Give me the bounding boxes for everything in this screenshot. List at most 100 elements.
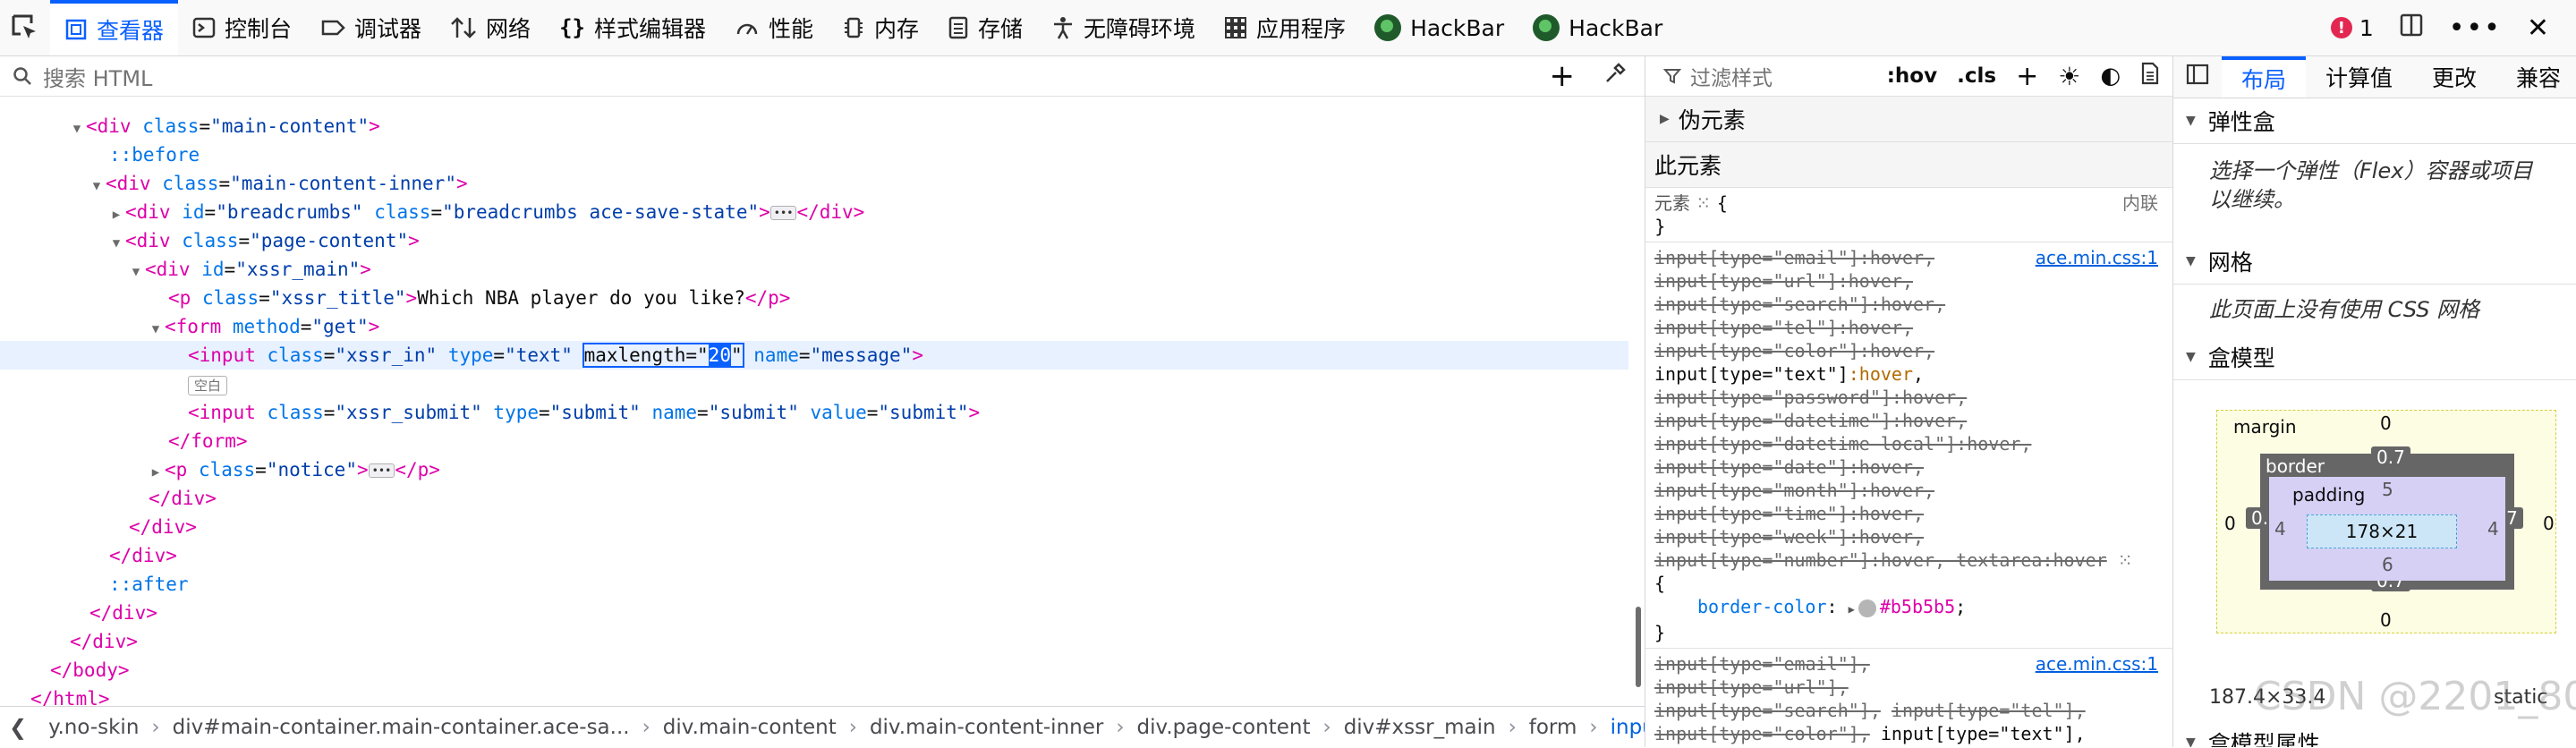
collapse-arrow-icon[interactable]: ▼	[107, 229, 125, 258]
attribute-edit-field[interactable]: maxlength="20"	[582, 343, 744, 368]
node-div-close[interactable]: </div>	[0, 541, 1628, 570]
breadcrumb-item[interactable]: div.main-content	[650, 716, 849, 739]
padding-right-value[interactable]: 4	[2487, 518, 2499, 540]
node-div-close[interactable]: </div>	[0, 513, 1628, 541]
collapsed-content-badge[interactable]: •••	[368, 463, 395, 478]
border-top-value[interactable]: 0.7	[2371, 446, 2410, 468]
add-rule-icon[interactable]: +	[2016, 61, 2038, 92]
flexbox-section-header[interactable]: ▼ 弹性盒	[2173, 98, 2576, 144]
filter-styles-input[interactable]: 过滤样式	[1690, 61, 1773, 91]
eyedropper-icon[interactable]	[1603, 62, 1627, 90]
node-main-content[interactable]: ▼ <div class="main-content">	[0, 112, 1628, 140]
pseudo-elements-header[interactable]: ▶ 伪元素	[1645, 97, 2172, 142]
padding-top-value[interactable]: 5	[2382, 479, 2393, 500]
tab-inspector[interactable]: 查看器	[50, 0, 179, 55]
breadcrumb-item[interactable]: div.main-content-inner	[857, 716, 1116, 739]
tab-changes[interactable]: 更改	[2412, 56, 2496, 98]
tab-performance[interactable]: 性能	[720, 0, 828, 55]
margin-top-value[interactable]: 0	[2380, 412, 2392, 434]
tab-layout[interactable]: 布局	[2222, 56, 2307, 98]
collapsed-content-badge[interactable]: •••	[769, 206, 797, 220]
margin-right-value[interactable]: 0	[2543, 513, 2555, 534]
breadcrumb-item[interactable]: div.page-content	[1125, 716, 1323, 739]
breadcrumb-item[interactable]: y.no-skin	[36, 716, 151, 739]
markup-scrollbar[interactable]	[1636, 607, 1641, 687]
tab-computed[interactable]: 计算值	[2306, 56, 2412, 98]
box-model-content[interactable]: 178×21	[2307, 514, 2457, 548]
search-html-input[interactable]: 搜索 HTML	[43, 61, 152, 92]
breadcrumb-scroll-left-icon[interactable]: ❮	[0, 715, 36, 740]
tab-application[interactable]: 应用程序	[1210, 0, 1360, 55]
tab-hackbar-2[interactable]: HackBar	[1518, 0, 1677, 55]
dark-theme-icon[interactable]: ◐	[2100, 63, 2121, 89]
node-main-content-inner[interactable]: ▼ <div class="main-content-inner">	[0, 169, 1628, 198]
node-div-close[interactable]: </div>	[0, 484, 1628, 513]
padding-left-value[interactable]: 4	[2274, 518, 2286, 540]
breadcrumb-item[interactable]: form	[1517, 716, 1590, 739]
breadcrumb-item[interactable]: div#main-container.main-container.ace-sa…	[160, 716, 642, 739]
node-body-close[interactable]: </body>	[0, 656, 1628, 684]
padding-bottom-value[interactable]: 6	[2382, 554, 2393, 575]
node-xssr-title[interactable]: <p class="xssr_title">Which NBA player d…	[0, 284, 1628, 312]
element-picker-button[interactable]	[0, 0, 50, 55]
print-media-icon[interactable]	[2140, 62, 2160, 90]
color-swatch[interactable]	[1858, 599, 1876, 617]
node-notice[interactable]: ▶ <p class="notice"> ••• </p>	[0, 455, 1628, 484]
error-count: 1	[2359, 14, 2374, 41]
hover-rule[interactable]: ace.min.css:1 input[type="email"]:hover,…	[1645, 242, 2172, 649]
tab-compatibility[interactable]: 兼容	[2496, 56, 2576, 98]
rule-source-link[interactable]: ace.min.css:1	[2036, 652, 2158, 676]
collapse-arrow-icon[interactable]: ▼	[68, 115, 86, 143]
node-after[interactable]: ::after	[0, 570, 1628, 599]
margin-left-value[interactable]: 0	[2224, 513, 2236, 534]
expand-arrow-icon[interactable]: ▶	[107, 200, 125, 229]
tab-network[interactable]: 网络	[436, 0, 545, 55]
node-breadcrumbs[interactable]: ▶ <div id="breadcrumbs" class="breadcrumb…	[0, 198, 1628, 226]
breadcrumb-item-current[interactable]: input.xssr_in	[1598, 716, 1645, 739]
add-node-icon[interactable]: +	[1550, 58, 1576, 94]
margin-bottom-value[interactable]: 0	[2380, 609, 2392, 631]
node-whitespace[interactable]: 空白	[0, 370, 1628, 398]
node-form-close[interactable]: </form>	[0, 427, 1628, 455]
tab-debugger[interactable]: 调试器	[306, 0, 436, 55]
more-options-icon[interactable]: •••	[2449, 13, 2502, 44]
selector: input[type="tel"]:hover,	[1654, 317, 1913, 338]
tab-storage[interactable]: 存储	[933, 0, 1037, 55]
declaration[interactable]: border-color: ▶ #b5b5b5;	[1654, 595, 2164, 621]
tab-hackbar-1[interactable]: HackBar	[1360, 0, 1518, 55]
grid-section-header[interactable]: ▼ 网格	[2173, 239, 2576, 285]
tab-accessibility[interactable]: 无障碍环境	[1037, 0, 1210, 55]
close-icon[interactable]: ✕	[2527, 13, 2549, 44]
box-model-padding[interactable]: padding 5 6 4 4 178×21	[2269, 477, 2505, 581]
error-count-button[interactable]: ! 1	[2330, 14, 2374, 41]
boxmodel-props-header[interactable]: ▼ 盒模型属性	[2173, 720, 2576, 747]
collapse-arrow-icon[interactable]: ▼	[88, 172, 106, 200]
toggle-classes-button[interactable]: .cls	[1957, 64, 1996, 88]
node-page-content[interactable]: ▼ <div class="page-content">	[0, 226, 1628, 255]
collapse-arrow-icon[interactable]: ▼	[127, 258, 145, 286]
input-rule[interactable]: ace.min.css:1 input[type="email"], input…	[1645, 649, 2172, 747]
breadcrumb-item[interactable]: div#xssr_main	[1331, 716, 1509, 739]
box-model-margin[interactable]: margin 0 0 0 0 border 0.7 0.7 0.7 0.7 pa…	[2216, 410, 2556, 633]
expand-arrow-icon[interactable]: ▶	[1849, 603, 1855, 616]
toggle-pseudo-classes-button[interactable]: :hov	[1887, 64, 1937, 88]
node-before[interactable]: ::before	[0, 140, 1628, 169]
node-div-close[interactable]: </div>	[0, 627, 1628, 656]
node-input-xssr-in[interactable]: <input class="xssr_in" type="text" maxle…	[0, 341, 1628, 370]
node-form[interactable]: ▼ <form method="get">	[0, 312, 1628, 341]
node-xssr-main[interactable]: ▼ <div id="xssr_main">	[0, 255, 1628, 284]
light-theme-icon[interactable]: ☀	[2058, 62, 2080, 91]
box-model-border[interactable]: border 0.7 0.7 0.7 0.7 padding 5 6 4 4 1…	[2246, 446, 2523, 591]
rule-source-link[interactable]: ace.min.css:1	[2036, 246, 2158, 269]
tab-console[interactable]: 控制台	[178, 0, 306, 55]
sidebar-toggle-icon[interactable]	[2173, 64, 2222, 90]
dock-side-icon[interactable]	[2399, 13, 2424, 43]
tab-style-editor[interactable]: {} 样式编辑器	[545, 0, 720, 55]
node-div-close[interactable]: </div>	[0, 599, 1628, 627]
tab-memory[interactable]: 内存	[828, 0, 933, 55]
collapse-arrow-icon[interactable]: ▼	[147, 315, 165, 344]
boxmodel-section-header[interactable]: ▼ 盒模型	[2173, 335, 2576, 380]
inline-rule[interactable]: 元素 ⁙ { 内联 }	[1645, 188, 2172, 242]
node-input-xssr-submit[interactable]: <input class="xssr_submit" type="submit"…	[0, 398, 1628, 427]
expand-arrow-icon[interactable]: ▶	[147, 458, 165, 487]
